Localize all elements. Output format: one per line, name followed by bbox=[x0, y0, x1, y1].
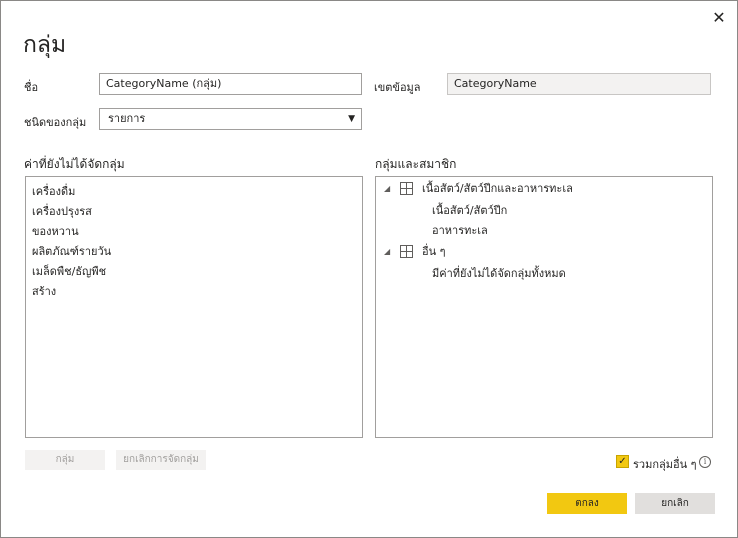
tree-member-label: เนื้อสัตว์/สัตว์ปีก bbox=[432, 204, 508, 217]
tree-group-row[interactable]: ◢ อื่น ๆ bbox=[376, 243, 706, 261]
list-item[interactable]: ของหวาน bbox=[32, 222, 79, 240]
group-icon bbox=[400, 182, 413, 195]
name-label: ชื่อ bbox=[24, 81, 39, 94]
info-icon[interactable]: i bbox=[699, 456, 711, 468]
include-other-label: รวมกลุ่มอื่น ๆ bbox=[633, 458, 697, 471]
dropdown-arrow-icon: ▼ bbox=[348, 114, 355, 124]
tree-member-label: มีค่าที่ยังไม่ได้จัดกลุ่มทั้งหมด bbox=[432, 267, 566, 280]
cancel-button[interactable]: ยกเลิก bbox=[635, 493, 715, 514]
list-item[interactable]: เครื่องดื่ม bbox=[32, 182, 75, 200]
dialog-title: กลุ่ม bbox=[23, 32, 67, 58]
list-item[interactable]: ผลิตภัณฑ์รายวัน bbox=[32, 242, 111, 260]
ungroup-button[interactable]: ยกเลิกการจัดกลุ่ม bbox=[116, 450, 206, 470]
ungrouped-list[interactable]: เครื่องดื่ม เครื่องปรุงรส ของหวาน ผลิตภั… bbox=[25, 176, 363, 438]
tree-group-label: เนื้อสัตว์/สัตว์ปีกและอาหารทะเล bbox=[422, 182, 573, 195]
list-item[interactable]: สร้าง bbox=[32, 282, 56, 300]
include-other-checkbox[interactable]: ✓ bbox=[616, 455, 629, 468]
collapse-triangle-icon[interactable]: ◢ bbox=[384, 243, 390, 261]
list-item[interactable]: เมล็ดพืช/ธัญพืช bbox=[32, 262, 106, 280]
close-icon[interactable]: ✕ bbox=[710, 9, 728, 27]
ungrouped-title: ค่าที่ยังไม่ได้จัดกลุ่ม bbox=[24, 157, 125, 171]
group-type-select[interactable]: รายการ ▼ bbox=[99, 108, 362, 130]
tree-group-label: อื่น ๆ bbox=[422, 245, 446, 258]
field-value: CategoryName bbox=[447, 73, 711, 95]
groups-title: กลุ่มและสมาชิก bbox=[375, 157, 457, 171]
tree-group-row[interactable]: ◢ เนื้อสัตว์/สัตว์ปีกและอาหารทะเล bbox=[376, 180, 706, 198]
ok-button[interactable]: ตกลง bbox=[547, 493, 627, 514]
group-button[interactable]: กลุ่ม bbox=[25, 450, 105, 470]
list-item[interactable]: เครื่องปรุงรส bbox=[32, 202, 92, 220]
groups-tree[interactable]: ◢ เนื้อสัตว์/สัตว์ปีกและอาหารทะเล เนื้อส… bbox=[375, 176, 713, 438]
group-dialog: ✕ กลุ่ม ชื่อ CategoryName (กลุ่ม) เขตข้อ… bbox=[0, 0, 738, 538]
group-type-label: ชนิดของกลุ่ม bbox=[24, 116, 87, 129]
name-input[interactable]: CategoryName (กลุ่ม) bbox=[99, 73, 362, 95]
group-type-value: รายการ bbox=[108, 112, 146, 125]
field-label: เขตข้อมูล bbox=[374, 81, 421, 94]
group-icon bbox=[400, 245, 413, 258]
collapse-triangle-icon[interactable]: ◢ bbox=[384, 180, 390, 198]
tree-member-label: อาหารทะเล bbox=[432, 224, 488, 237]
